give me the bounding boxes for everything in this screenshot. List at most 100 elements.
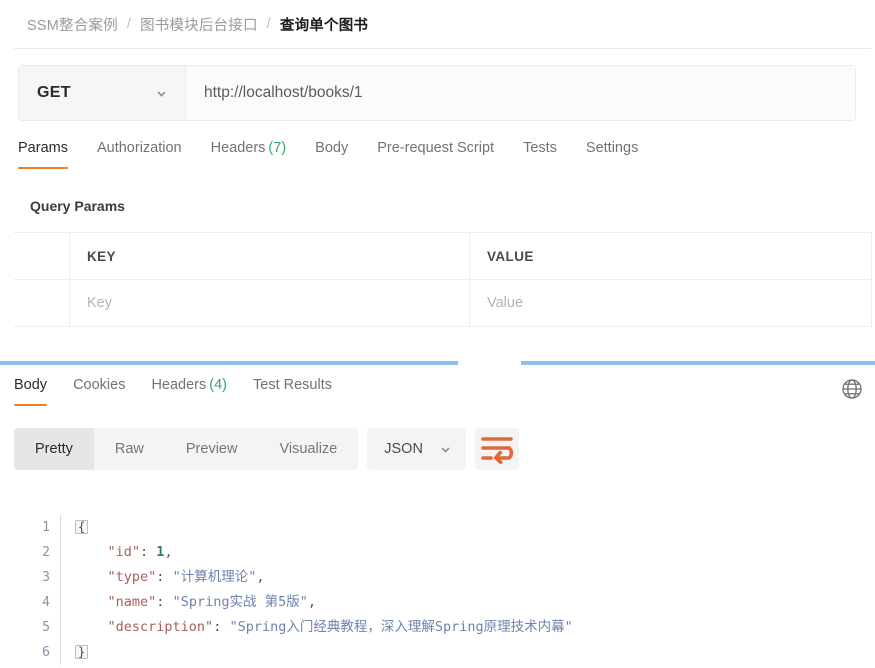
response-tab-test-results[interactable]: Test Results [253, 377, 332, 406]
line-number: 3 [42, 570, 50, 585]
code-content: } [60, 640, 875, 665]
tab-headers[interactable]: Headers (7) [211, 140, 287, 169]
url-input[interactable]: http://localhost/books/1 [186, 66, 855, 120]
view-mode-raw-label: Raw [114, 441, 144, 457]
response-tab-test-results-label: Test Results [253, 377, 332, 393]
tab-body-label: Body [315, 140, 349, 156]
header-checkbox-cell [14, 233, 70, 279]
breadcrumb-separator: / [266, 16, 271, 32]
json-string-value: "Spring入门经典教程，深入理解Spring原理技术内幕" [229, 619, 573, 635]
globe-icon[interactable] [841, 378, 863, 400]
response-tab-cookies[interactable]: Cookies [73, 377, 125, 406]
row-checkbox-cell[interactable] [14, 280, 70, 326]
line-number: 2 [42, 545, 50, 560]
header-divider [14, 48, 871, 49]
chevron-down-icon [441, 446, 450, 453]
table-header-row: KEY VALUE [14, 233, 872, 279]
param-key-input[interactable]: Key [70, 280, 470, 326]
json-comma: , [256, 569, 265, 585]
response-view-toolbar: Pretty Raw Preview Visualize JSON [14, 428, 519, 470]
line-number: 6 [42, 645, 50, 660]
code-line: 1 { [14, 515, 875, 540]
view-mode-visualize-label: Visualize [279, 441, 338, 457]
header-value-cell: VALUE [470, 233, 872, 279]
json-separator: : [156, 569, 173, 585]
line-number: 1 [42, 520, 50, 535]
column-header-key: KEY [87, 248, 116, 264]
code-content: "id": 1, [60, 540, 875, 565]
splitter-segment-left [0, 361, 458, 365]
code-content: { [60, 515, 875, 540]
json-separator: : [140, 544, 157, 560]
tab-headers-label: Headers [210, 140, 266, 156]
breadcrumb-item-folder[interactable]: 图书模块后台接口 [140, 14, 258, 35]
line-number: 4 [42, 595, 50, 610]
tab-settings[interactable]: Settings [586, 140, 638, 169]
view-mode-raw[interactable]: Raw [94, 428, 165, 470]
response-tab-body-label: Body [14, 377, 48, 393]
tab-pre-request-script[interactable]: Pre-request Script [377, 140, 494, 169]
query-params-table: KEY VALUE Key Value [14, 232, 872, 327]
query-params-title: Query Params [30, 198, 125, 214]
response-tab-headers[interactable]: Headers (4) [151, 377, 227, 406]
word-wrap-button[interactable] [474, 428, 519, 470]
tab-params[interactable]: Params [18, 140, 68, 169]
fold-marker-close[interactable]: } [75, 645, 89, 659]
response-tab-cookies-label: Cookies [73, 377, 126, 393]
breadcrumb-item-collection[interactable]: SSM整合案例 [27, 14, 118, 35]
view-mode-pretty[interactable]: Pretty [14, 428, 94, 470]
view-mode-preview[interactable]: Preview [165, 428, 259, 470]
code-line: 6 } [14, 640, 875, 665]
tab-headers-count: (7) [268, 140, 287, 156]
view-mode-preview-label: Preview [185, 441, 238, 457]
tab-tests-label: Tests [523, 140, 557, 156]
view-mode-group: Pretty Raw Preview Visualize [14, 428, 359, 470]
fold-marker-open[interactable]: { [75, 520, 89, 534]
breadcrumb-separator: / [126, 16, 132, 32]
code-line: 4 "name": "Spring实战 第5版", [14, 590, 875, 615]
json-key: "id" [107, 544, 141, 560]
breadcrumb: SSM整合案例 / 图书模块后台接口 / 查询单个图书 [0, 0, 875, 48]
word-wrap-icon [481, 437, 514, 464]
code-content: "description": "Spring入门经典教程，深入理解Spring原… [60, 615, 875, 640]
splitter-segment-right [521, 361, 875, 365]
json-string-value: "Spring实战 第5版" [172, 594, 308, 610]
response-tab-headers-count: (4) [209, 377, 227, 393]
code-content: "name": "Spring实战 第5版", [60, 590, 875, 615]
response-format-selector[interactable]: JSON [367, 428, 466, 470]
json-separator: : [156, 594, 173, 610]
json-key: "type" [107, 569, 157, 585]
param-value-placeholder: Value [487, 295, 524, 311]
tab-tests[interactable]: Tests [523, 140, 557, 169]
json-string-value: "计算机理论" [172, 569, 257, 585]
view-mode-visualize[interactable]: Visualize [258, 428, 358, 470]
line-number: 5 [42, 620, 50, 635]
table-row[interactable]: Key Value [14, 279, 872, 326]
view-mode-pretty-label: Pretty [35, 441, 73, 457]
tab-authorization[interactable]: Authorization [97, 140, 182, 169]
column-header-value: VALUE [487, 248, 534, 264]
breadcrumb-item-request[interactable]: 查询单个图书 [280, 14, 368, 35]
json-separator: : [213, 619, 230, 635]
response-tabs: Body Cookies Headers (4) Test Results [14, 377, 332, 406]
tab-body[interactable]: Body [315, 140, 348, 169]
response-tab-body[interactable]: Body [14, 377, 48, 406]
json-comma: , [164, 544, 173, 560]
http-method-label: GET [37, 84, 71, 101]
json-comma: , [307, 594, 316, 610]
tab-authorization-label: Authorization [96, 140, 182, 156]
http-method-selector[interactable]: GET [19, 66, 186, 120]
request-url-bar: GET http://localhost/books/1 [18, 65, 856, 121]
panel-splitter[interactable] [0, 361, 875, 365]
json-key: "name" [107, 594, 157, 610]
chevron-down-icon [157, 90, 166, 97]
code-line: 5 "description": "Spring入门经典教程，深入理解Sprin… [14, 615, 875, 640]
code-content: "type": "计算机理论", [60, 565, 875, 590]
request-tabs: Params Authorization Headers (7) Body Pre… [18, 140, 638, 169]
param-value-input[interactable]: Value [470, 280, 872, 326]
response-body-code[interactable]: 1 { 2 "id": 1, 3 "type": "计算机理论", 4 "nam… [14, 515, 875, 665]
tab-settings-label: Settings [585, 140, 639, 156]
